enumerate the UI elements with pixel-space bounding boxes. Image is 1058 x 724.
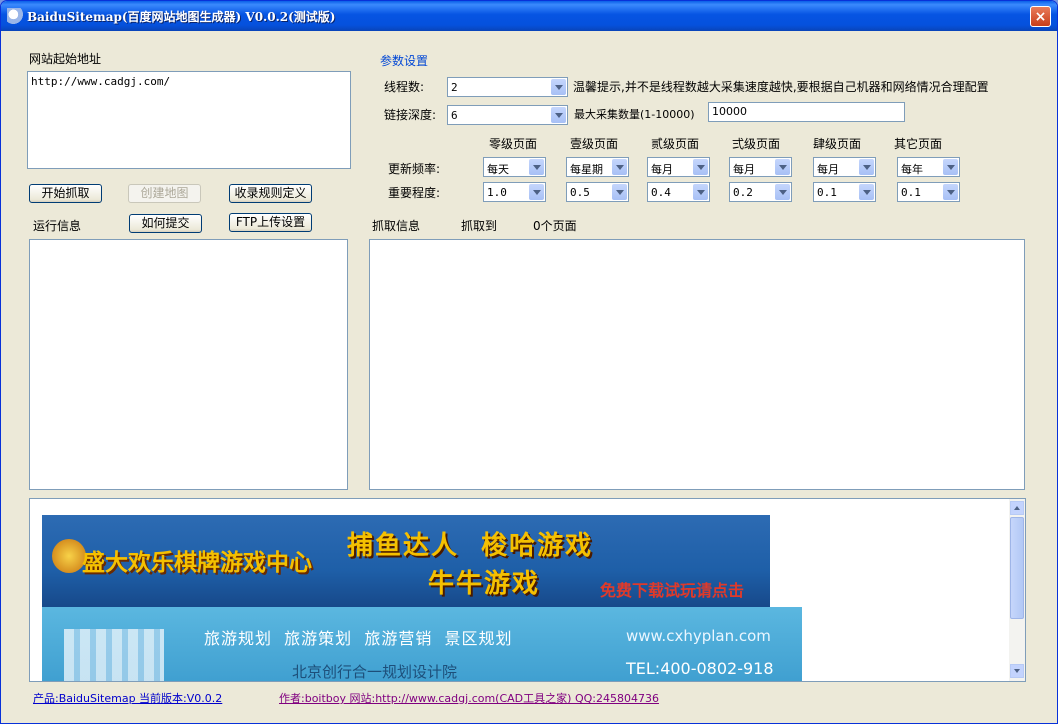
chevron-down-icon[interactable] [943, 184, 958, 200]
run-info-log[interactable] [29, 239, 348, 490]
priority-value: 0.5 [570, 186, 590, 199]
chevron-down-icon[interactable] [612, 184, 627, 200]
scroll-thumb[interactable] [1010, 517, 1024, 619]
scroll-down-icon[interactable] [1010, 664, 1024, 678]
priority-value: 0.4 [651, 186, 671, 199]
game-brand: 盛大欢乐棋牌游戏中心 [82, 550, 312, 576]
chevron-down-icon[interactable] [693, 184, 708, 200]
priority-select-3[interactable]: 0.2 [729, 182, 792, 202]
game-titles: 捕鱼达人 梭哈游戏 [347, 531, 594, 561]
threads-hint: 温馨提示,并不是线程数越大采集速度越快,要根据自己机器和网络情况合理配置 [573, 80, 989, 94]
travel-tel: TEL:400-0802-918 [626, 659, 774, 678]
col-level2: 贰级页面 [651, 137, 700, 151]
max-count-label: 最大采集数量(1-10000) [574, 108, 695, 121]
freq-select-4[interactable]: 每月 [813, 157, 876, 177]
crawl-info-log[interactable] [369, 239, 1025, 490]
how-to-submit-button[interactable]: 如何提交 [129, 214, 202, 233]
priority-select-5[interactable]: 0.1 [897, 182, 960, 202]
threads-select[interactable]: 2 [447, 77, 568, 97]
depth-select[interactable]: 6 [447, 105, 568, 125]
close-button[interactable]: × [1030, 6, 1051, 27]
priority-select-2[interactable]: 0.4 [647, 182, 710, 202]
col-level3: 弍级页面 [732, 137, 781, 151]
start-crawl-button[interactable]: 开始抓取 [29, 184, 102, 203]
priority-value: 0.1 [817, 186, 837, 199]
game-banner[interactable]: 盛大欢乐棋牌游戏中心 捕鱼达人 梭哈游戏 牛牛游戏 免费下载试玩请点击 [42, 515, 770, 607]
chevron-down-icon[interactable] [859, 159, 874, 175]
depth-value: 6 [451, 109, 458, 122]
freq-value: 每月 [817, 163, 839, 176]
chevron-down-icon[interactable] [859, 184, 874, 200]
chevron-down-icon[interactable] [775, 159, 790, 175]
title-bar[interactable]: BaiduSitemap(百度网站地图生成器) V0.0.2(测试版) × [1, 1, 1057, 31]
travel-site: www.cxhyplan.com [626, 627, 771, 645]
freq-select-3[interactable]: 每月 [729, 157, 792, 177]
create-map-button[interactable]: 创建地图 [128, 184, 201, 203]
download-cta: 免费下载试玩请点击 [600, 581, 745, 600]
priority-value: 1.0 [487, 186, 507, 199]
max-count-input[interactable]: 10000 [708, 102, 905, 122]
priority-select-0[interactable]: 1.0 [483, 182, 546, 202]
freq-value: 每月 [733, 163, 755, 176]
chevron-down-icon[interactable] [529, 159, 544, 175]
crawl-info-label: 抓取信息 [372, 219, 421, 233]
travel-company: 北京创行合一规划设计院 [292, 663, 458, 681]
author-link[interactable]: 作者:boitboy 网站:http://www.cadgj.com(CAD工具… [279, 690, 659, 706]
freq-value: 每星期 [570, 163, 603, 176]
page-count: 0个页面 [533, 219, 577, 233]
freq-select-0[interactable]: 每天 [483, 157, 546, 177]
chevron-down-icon[interactable] [775, 184, 790, 200]
freq-value: 每天 [487, 163, 509, 176]
threads-label: 线程数: [384, 80, 425, 94]
col-level1: 壹级页面 [570, 137, 619, 151]
freq-select-2[interactable]: 每月 [647, 157, 710, 177]
chevron-down-icon[interactable] [943, 159, 958, 175]
index-rules-button[interactable]: 收录规则定义 [229, 184, 312, 203]
scroll-up-icon[interactable] [1010, 501, 1024, 515]
buildings-graphic [64, 629, 164, 681]
ftp-settings-button[interactable]: FTP上传设置 [229, 213, 312, 232]
ad-panel: 盛大欢乐棋牌游戏中心 捕鱼达人 梭哈游戏 牛牛游戏 免费下载试玩请点击 旅游规划… [29, 498, 1026, 682]
priority-select-1[interactable]: 0.5 [566, 182, 629, 202]
priority-label: 重要程度: [388, 186, 441, 200]
priority-select-4[interactable]: 0.1 [813, 182, 876, 202]
travel-banner[interactable]: 旅游规划 旅游策划 旅游营销 景区规划 www.cxhyplan.com 北京创… [42, 607, 802, 681]
freq-select-1[interactable]: 每星期 [566, 157, 629, 177]
max-count-value: 10000 [712, 105, 747, 118]
col-other: 其它页面 [894, 137, 943, 151]
travel-services: 旅游规划 旅游策划 旅游营销 景区规划 [204, 629, 513, 648]
url-input-value: http://www.cadgj.com/ [31, 75, 171, 88]
chevron-down-icon[interactable] [551, 107, 566, 123]
col-level0: 零级页面 [489, 137, 538, 151]
freq-select-5[interactable]: 每年 [897, 157, 960, 177]
freq-value: 每月 [651, 163, 673, 176]
threads-value: 2 [451, 81, 458, 94]
game-title-2: 牛牛游戏 [428, 569, 541, 599]
run-info-label: 运行信息 [33, 219, 82, 233]
url-input[interactable]: http://www.cadgj.com/ [27, 71, 351, 169]
col-level4: 肆级页面 [813, 137, 862, 151]
freq-value: 每年 [901, 163, 923, 176]
app-window: BaiduSitemap(百度网站地图生成器) V0.0.2(测试版) × 网站… [0, 0, 1058, 724]
window-title: BaiduSitemap(百度网站地图生成器) V0.0.2(测试版) [27, 10, 336, 24]
params-title: 参数设置 [380, 54, 429, 68]
freq-label: 更新频率: [388, 162, 441, 176]
chevron-down-icon[interactable] [693, 159, 708, 175]
mascot-icon [52, 539, 86, 573]
product-link[interactable]: 产品:BaiduSitemap 当前版本:V0.0.2 [33, 690, 222, 706]
chevron-down-icon[interactable] [529, 184, 544, 200]
ad-scrollbar[interactable] [1009, 499, 1025, 681]
depth-label: 链接深度: [384, 108, 437, 122]
app-icon [7, 8, 23, 24]
chevron-down-icon[interactable] [612, 159, 627, 175]
chevron-down-icon[interactable] [551, 79, 566, 95]
fetched-label: 抓取到 [461, 219, 498, 233]
url-label: 网站起始地址 [29, 52, 102, 66]
priority-value: 0.1 [901, 186, 921, 199]
priority-value: 0.2 [733, 186, 753, 199]
